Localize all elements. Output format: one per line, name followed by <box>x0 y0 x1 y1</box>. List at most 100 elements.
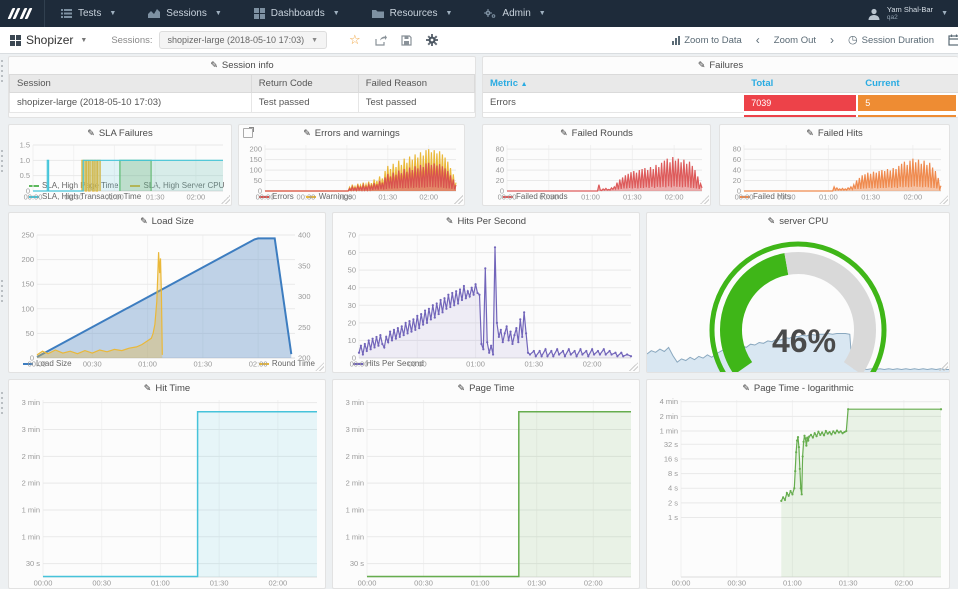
favorite-star-icon[interactable]: ☆ <box>349 33 361 46</box>
edit-pencil-icon[interactable]: ✎ <box>742 383 750 393</box>
edit-pencil-icon[interactable]: ✎ <box>806 128 814 138</box>
menu-dashboards[interactable]: Dashboards ▼ <box>238 0 356 27</box>
resize-handle[interactable] <box>221 195 230 204</box>
user-org: qa2 <box>886 13 898 21</box>
svg-text:4 min: 4 min <box>660 397 678 406</box>
external-link-icon[interactable] <box>243 127 254 138</box>
resize-handle[interactable] <box>700 195 709 204</box>
server-cpu-gauge[interactable]: 46% <box>647 232 949 372</box>
svg-text:02:00: 02:00 <box>894 579 913 588</box>
panel-title: ✎ SLA Failures <box>9 125 231 142</box>
failed-hits-chart[interactable]: 00:00 00:30 01:00 01:30 02:00 0 20 40 60 80 <box>720 142 949 202</box>
edit-pencil-icon[interactable]: ✎ <box>698 60 706 70</box>
svg-text:01:00: 01:00 <box>337 193 356 202</box>
svg-text:40: 40 <box>348 283 356 292</box>
svg-text:1 min: 1 min <box>346 505 364 514</box>
panel-drag-handle[interactable] <box>0 392 5 414</box>
panel-title-text: Failures <box>709 60 744 71</box>
resize-handle[interactable] <box>454 195 463 204</box>
column-header-session: Session <box>9 74 252 93</box>
errors-warnings-chart[interactable]: 00:00 00:30 01:00 01:30 02:00 0 50 100 150 200 <box>239 142 464 202</box>
resize-handle[interactable] <box>939 362 948 371</box>
load-size-chart[interactable]: 00:00 00:30 01:00 01:30 02:00 0 50 100 150 200 250… <box>9 232 325 369</box>
svg-text:2 min: 2 min <box>346 479 364 488</box>
calendar-icon[interactable] <box>948 34 958 46</box>
page-time-chart[interactable]: 00:00 00:30 01:00 01:30 02:00 3 min 3 min 2 min… <box>333 397 639 588</box>
menu-resources[interactable]: Resources ▼ <box>356 0 469 27</box>
panel-title-text: Page Time - logarithmic <box>753 383 854 394</box>
svg-text:01:00: 01:00 <box>783 579 802 588</box>
edit-pencil-icon[interactable]: ✎ <box>140 216 148 226</box>
resize-handle[interactable] <box>629 362 638 371</box>
menu-label: Resources <box>389 8 438 19</box>
chevron-down-icon: ▼ <box>214 10 222 17</box>
edit-pencil-icon[interactable]: ✎ <box>446 216 454 226</box>
edit-pencil-icon[interactable]: ✎ <box>144 383 152 393</box>
svg-text:00:30: 00:30 <box>92 579 111 588</box>
menu-label: Admin <box>502 8 531 19</box>
edit-pencil-icon[interactable]: ✎ <box>87 128 95 138</box>
sla-failures-chart[interactable]: 00:00 00:30 01:00 01:30 02:00 0 0.5 1.0 1.5 <box>9 142 231 202</box>
session-duration-label: Session Duration <box>861 34 934 46</box>
svg-text:01:30: 01:30 <box>524 360 543 369</box>
hits-per-second-chart[interactable]: 00:00 00:30 01:00 01:30 02:00 0 10 20 30 40 50 60 70 <box>333 232 639 369</box>
panel-title-text: Session info <box>221 60 274 71</box>
panel-drag-handle[interactable] <box>0 60 5 82</box>
project-selector[interactable]: Shopizer ▼ <box>0 33 97 47</box>
failed-rounds-chart[interactable]: 00:00 00:30 01:00 01:30 02:00 0 20 40 60 80 <box>483 142 710 202</box>
pan-right-button[interactable]: › <box>830 34 834 46</box>
svg-text:40: 40 <box>496 166 504 175</box>
resize-handle[interactable] <box>939 195 948 204</box>
svg-text:60: 60 <box>496 155 504 164</box>
svg-text:3 min: 3 min <box>22 398 40 407</box>
svg-text:60: 60 <box>348 248 356 257</box>
user-menu[interactable]: Yam Shal-Bar qa2 ▼ <box>867 5 958 22</box>
load-size-panel: ✎ Load Size 00:00 00:30 01:00 01:30 02:00 0 50 1… <box>8 212 326 373</box>
column-header-current[interactable]: Current <box>858 74 958 93</box>
column-header-total[interactable]: Total <box>744 74 859 93</box>
edit-pencil-icon[interactable]: ✎ <box>303 128 311 138</box>
panel-title: ✎ Errors and warnings <box>239 125 464 142</box>
svg-text:00:30: 00:30 <box>297 193 316 202</box>
share-icon[interactable] <box>375 34 387 46</box>
panel-title: ✎ Failures <box>483 57 958 74</box>
svg-text:01:00: 01:00 <box>138 360 157 369</box>
hit-time-chart[interactable]: 00:00 00:30 01:00 01:30 02:00 3 min 3 min 2 min… <box>9 397 325 588</box>
edit-pencil-icon[interactable]: ✎ <box>768 216 776 226</box>
svg-text:00:00: 00:00 <box>672 579 691 588</box>
panel-drag-handle[interactable] <box>0 150 5 172</box>
svg-text:1.0: 1.0 <box>20 156 30 165</box>
edit-pencil-icon[interactable]: ✎ <box>210 60 218 70</box>
page-time-log-chart[interactable]: 00:00 00:30 01:00 01:30 02:00 4 min 2 min 1 min… <box>647 397 949 588</box>
svg-text:30: 30 <box>348 301 356 310</box>
table-row: Errors 7039 5 <box>483 92 958 113</box>
column-header-metric[interactable]: Metric ▲ <box>483 74 745 93</box>
edit-pencil-icon[interactable]: ✎ <box>458 383 466 393</box>
resize-handle[interactable] <box>315 362 324 371</box>
svg-text:50: 50 <box>348 266 356 275</box>
menu-admin[interactable]: Admin ▼ <box>468 0 561 27</box>
panel-title-text: Errors and warnings <box>314 128 400 139</box>
menu-sessions[interactable]: Sessions ▼ <box>132 0 238 27</box>
settings-gear-icon[interactable] <box>425 34 438 46</box>
edit-pencil-icon[interactable]: ✎ <box>560 128 568 138</box>
svg-text:02:00: 02:00 <box>903 193 922 202</box>
svg-text:100: 100 <box>21 304 34 313</box>
panel-title: ✎ Page Time - logarithmic <box>647 380 949 397</box>
zoom-out-button[interactable]: Zoom Out <box>774 35 816 46</box>
current-value-badge: 5 <box>858 94 956 111</box>
pan-left-button[interactable]: ‹ <box>756 34 760 46</box>
session-dropdown[interactable]: shopizer-large (2018-05-10 17:03) ▼ <box>158 31 328 49</box>
svg-text:400: 400 <box>298 232 311 240</box>
column-header-return-code: Return Code <box>250 74 359 93</box>
menu-tests[interactable]: Tests ▼ <box>45 0 132 27</box>
svg-text:0.5: 0.5 <box>20 171 30 180</box>
save-icon[interactable] <box>401 34 412 46</box>
svg-text:2 min: 2 min <box>22 452 40 461</box>
session-duration-button[interactable]: ◷ Session Duration <box>848 35 934 46</box>
zoom-to-data-button[interactable]: Zoom to Data <box>672 35 742 46</box>
panel-title: ✎ Session info <box>9 57 475 74</box>
grid-icon <box>253 8 265 19</box>
panel-drag-handle[interactable] <box>0 280 5 302</box>
app-logo[interactable] <box>0 0 45 27</box>
